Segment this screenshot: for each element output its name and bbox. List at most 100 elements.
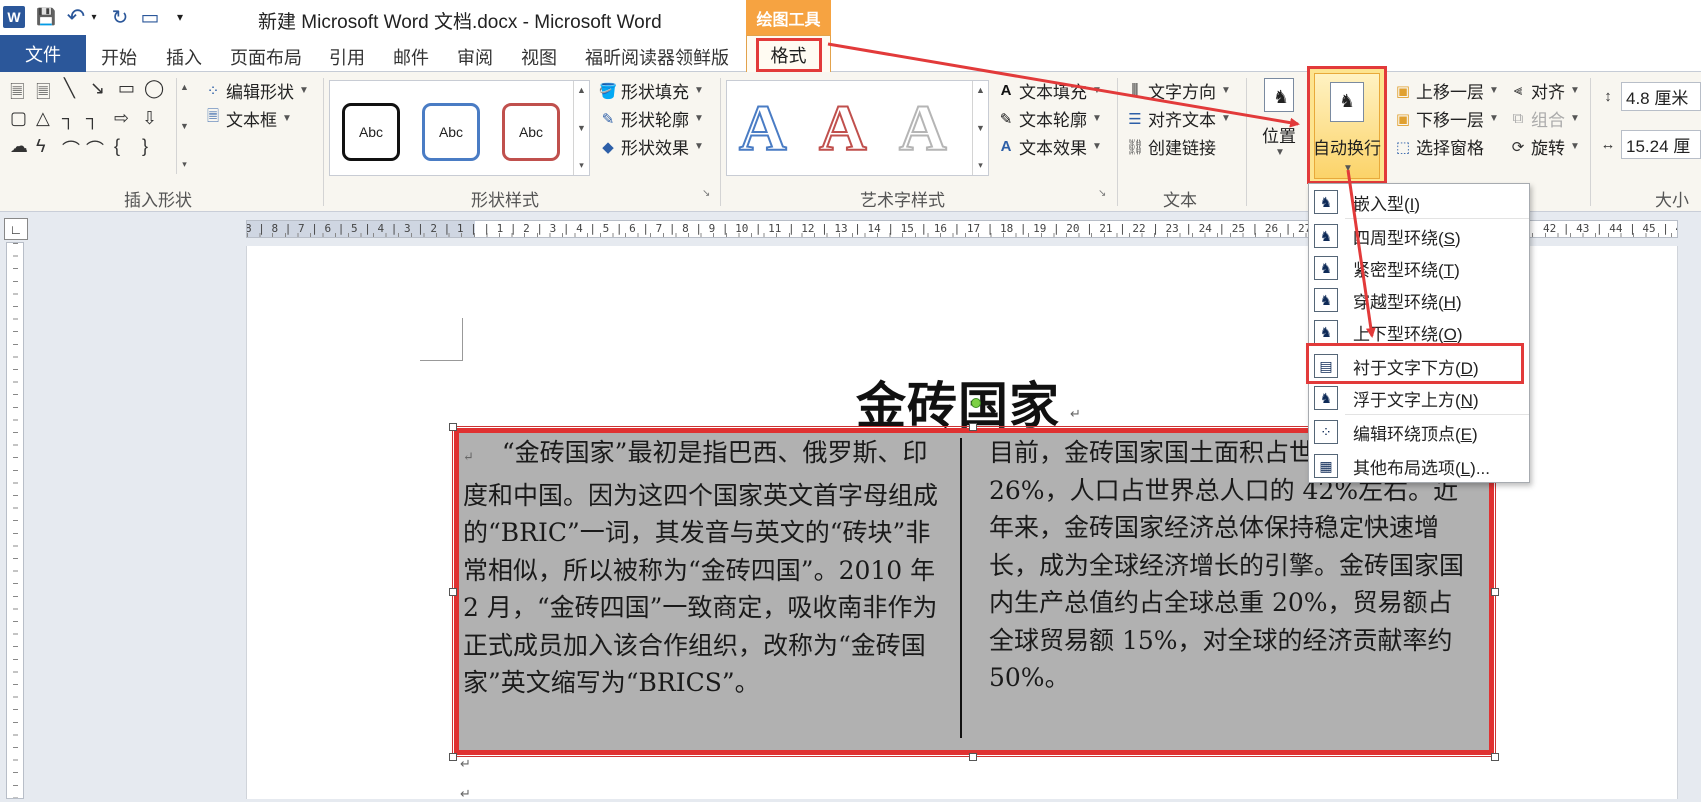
shape-style-preset-label: Abc — [438, 124, 464, 140]
resize-handle-right[interactable] — [1491, 588, 1499, 596]
wrap-text-button[interactable]: 自动换行 ▼ — [1307, 66, 1387, 184]
lightning-shape-icon[interactable]: ϟ — [36, 136, 46, 157]
shape-style-preset-2[interactable]: Abc — [422, 103, 480, 161]
align-button[interactable]: ⫷ 对齐 ▼ — [1508, 78, 1580, 103]
rotate-button[interactable]: ⟳ 旋转 ▼ — [1508, 134, 1580, 159]
tab-view[interactable]: 视图 — [521, 44, 557, 70]
elbow-arrow-connector-icon[interactable]: ┐ — [86, 108, 99, 129]
wordart-styles-scroll[interactable]: ▲ ▼ ▾ — [972, 81, 988, 175]
shapes-gallery-scroll[interactable]: ▲ ▼ ▾ — [176, 78, 192, 174]
menu-item-label: 浮于文字上方(N) — [1353, 390, 1479, 410]
edit-shape-button[interactable]: ⁘ 编辑形状 ▼ — [203, 78, 309, 103]
menu-item-in-front-of-text[interactable]: ♞ 浮于文字上方(N) — [1309, 382, 1529, 414]
tab-insert[interactable]: 插入 — [166, 44, 202, 70]
tab-selector-icon[interactable]: ∟ — [4, 218, 28, 240]
elbow-connector-icon[interactable]: ┐ — [62, 108, 75, 129]
menu-item-inline[interactable]: ♞ 嵌入型(I) — [1309, 186, 1529, 218]
shape-styles-scroll[interactable]: ▲ ▼ ▾ — [573, 81, 589, 175]
rectangle-shape-icon[interactable]: ▭ — [118, 78, 135, 99]
text-direction-icon: ⫼ — [1131, 82, 1139, 99]
tab-review[interactable]: 审阅 — [457, 44, 493, 70]
right-brace-shape-icon[interactable]: } — [142, 136, 148, 157]
down-arrow-shape-icon[interactable]: ⇩ — [142, 108, 157, 129]
text-effects-button[interactable]: A 文本效果 ▼ — [996, 134, 1102, 159]
shape-outline-button[interactable]: ✎ 形状轮廓 ▼ — [598, 106, 704, 131]
wordart-preset-1[interactable]: A — [738, 91, 788, 167]
vertical-ruler[interactable] — [6, 242, 24, 799]
shape-height-field[interactable]: ↕ 4.8 厘米 — [1598, 82, 1701, 111]
shapes-gallery[interactable]: 🗏 🗏 ╲ ↘ ▭ ◯ ▢ △ ┐ ┐ ⇨ ⇩ ☁ ϟ ⌒ ⌒ { } ▲ ▼ ▾ — [6, 78, 196, 174]
text-direction-button[interactable]: ⫼ 文字方向 ▼ — [1125, 78, 1231, 103]
menu-item-more-layout-options[interactable]: ▦ 其他布局选项(L)... — [1309, 450, 1529, 482]
tab-home[interactable]: 开始 — [101, 44, 137, 70]
print-preview-icon[interactable]: ▭ — [138, 4, 162, 30]
tab-mailings[interactable]: 邮件 — [393, 44, 429, 70]
resize-handle-left[interactable] — [449, 588, 457, 596]
shape-styles-launcher-icon[interactable]: ↘ — [702, 188, 710, 199]
left-brace-shape-icon[interactable]: { — [114, 136, 120, 157]
curve-shape-icon[interactable]: ⌒ — [62, 136, 80, 162]
text-fill-button[interactable]: A 文本填充 ▼ — [996, 78, 1102, 103]
group-label-shape-styles: 形状样式 — [471, 191, 539, 210]
tab-references[interactable]: 引用 — [329, 44, 365, 70]
resize-handle-top-left[interactable] — [449, 423, 457, 431]
menu-item-through[interactable]: ♞ 穿越型环绕(H) — [1309, 284, 1529, 316]
position-label: 位置 — [1262, 127, 1296, 146]
undo-dropdown-icon[interactable]: ▾ — [88, 4, 100, 30]
shape-outline-label: 形状轮廓 — [621, 111, 689, 130]
triangle-shape-icon[interactable]: △ — [36, 108, 50, 129]
text-outline-button[interactable]: ✎ 文本轮廓 ▼ — [996, 106, 1102, 131]
wordart-preset-3[interactable]: A — [898, 91, 948, 167]
paragraph-mark: ↵ — [460, 786, 471, 801]
shape-height-input[interactable]: 4.8 厘米 — [1621, 82, 1701, 111]
group-objects-button[interactable]: ⧉ 组合 ▼ — [1508, 106, 1580, 131]
shape-style-preset-1[interactable]: Abc — [342, 103, 400, 161]
send-backward-button[interactable]: ▣ 下移一层 ▼ — [1393, 106, 1499, 131]
chevron-down-icon: ▼ — [1092, 85, 1102, 96]
selection-pane-button[interactable]: ⬚ 选择窗格 — [1393, 134, 1484, 159]
oval-shape-icon[interactable]: ◯ — [144, 78, 164, 99]
bring-forward-button[interactable]: ▣ 上移一层 ▼ — [1393, 78, 1499, 103]
tab-page-layout[interactable]: 页面布局 — [230, 44, 302, 70]
create-link-button[interactable]: ⛓ 创建链接 — [1125, 134, 1216, 159]
text-box-button[interactable]: 🗏 文本框 ▼ — [203, 106, 292, 131]
text-column-1[interactable]: ↵ “金砖国家”最初是指巴西、俄罗斯、印度和中国。因为这四个国家英文首字母组成的“… — [463, 434, 941, 702]
textbox-shape-icon[interactable]: 🗏 — [10, 80, 24, 110]
tab-foxit[interactable]: 福昕阅读器领鲜版 — [585, 44, 729, 70]
rotation-handle[interactable] — [971, 398, 981, 408]
tab-file[interactable]: 文件 — [0, 35, 86, 72]
word-app-icon[interactable]: W — [3, 6, 25, 28]
menu-item-square[interactable]: ♞ 四周型环绕(S) — [1309, 220, 1529, 252]
redo-icon[interactable]: ↻ — [108, 4, 132, 30]
wordart-styles-gallery[interactable]: A A A ▲ ▼ ▾ — [726, 80, 989, 176]
undo-icon[interactable]: ↶ — [64, 4, 88, 30]
tab-format[interactable]: 格式 — [746, 35, 831, 73]
right-arrow-shape-icon[interactable]: ⇨ — [114, 108, 129, 129]
resize-handle-bottom-left[interactable] — [449, 753, 457, 761]
resize-handle-top[interactable] — [969, 423, 977, 431]
menu-item-edit-wrap-points[interactable]: ⁘ 编辑环绕顶点(E) — [1309, 416, 1529, 448]
wordart-preset-2[interactable]: A — [818, 91, 868, 167]
wordart-styles-launcher-icon[interactable]: ↘ — [1098, 188, 1106, 199]
shape-fill-button[interactable]: 🪣 形状填充 ▼ — [598, 78, 704, 103]
rounded-rect-shape-icon[interactable]: ▢ — [10, 108, 27, 129]
position-button[interactable]: 位置 ▼ — [1258, 78, 1300, 174]
group-label-insert-shapes: 插入形状 — [124, 191, 192, 210]
resize-handle-bottom[interactable] — [969, 753, 977, 761]
cloud-shape-icon[interactable]: ☁ — [10, 136, 28, 157]
shape-style-preset-3[interactable]: Abc — [502, 103, 560, 161]
shape-width-input[interactable]: 15.24 厘 — [1621, 130, 1701, 159]
arc-shape-icon[interactable]: ⌒ — [86, 136, 104, 162]
shape-width-field[interactable]: ↔ 15.24 厘 — [1598, 130, 1701, 159]
shape-styles-gallery[interactable]: Abc Abc Abc ▲ ▼ ▾ — [329, 80, 590, 176]
shape-effects-button[interactable]: ◆ 形状效果 ▼ — [598, 134, 704, 159]
arrow-line-shape-icon[interactable]: ↘ — [90, 78, 105, 99]
line-shape-icon[interactable]: ╲ — [64, 78, 75, 99]
contextual-tab-group: 绘图工具 — [746, 0, 831, 36]
align-text-button[interactable]: ☰ 对齐文本 ▼ — [1125, 106, 1231, 131]
save-icon[interactable]: 💾 — [34, 4, 58, 30]
customize-qat-icon[interactable]: ▾ — [172, 4, 188, 30]
vertical-textbox-shape-icon[interactable]: 🗏 — [36, 80, 50, 110]
resize-handle-bottom-right[interactable] — [1491, 753, 1499, 761]
menu-item-tight[interactable]: ♞ 紧密型环绕(T) — [1309, 252, 1529, 284]
